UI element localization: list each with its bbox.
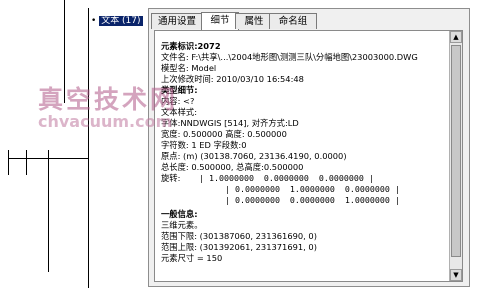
details-text-area[interactable]: 元素标识:2072 文件名: F:\共享\...\2004地形图\测测三队\分幅… xyxy=(154,30,463,282)
total-size: 总长度: 0.500000, 总高度:0.500000 xyxy=(161,162,304,172)
range-low: 范围下限: (301387060, 231361690, 0) xyxy=(161,231,317,241)
rotation-row-1: | 1.0000000 0.0000000 0.0000000 | xyxy=(199,173,374,183)
tree-line-horizontal xyxy=(8,158,88,159)
layer-item-label: 文本 (17) xyxy=(99,16,143,26)
element-size: 元素尺寸 = 150 xyxy=(161,253,223,263)
last-modified: 上次修改时间: 2010/03/10 16:54:48 xyxy=(161,74,304,84)
bullet-icon: • xyxy=(91,16,97,26)
file-name: 文件名: F:\共享\...\2004地形图\测测三队\分幅地图\2300300… xyxy=(161,52,418,62)
tab-details[interactable]: 细节 xyxy=(201,12,239,30)
layer-list[interactable]: • 文本 (17) xyxy=(88,8,149,288)
element-info-panel: 通用设置 细节 属性 命名组 元素标识:2072 文件名: F:\共享\...\… xyxy=(148,8,470,287)
range-high: 范围上限: (301392061, 231371691, 0) xyxy=(161,242,317,252)
scroll-down-icon[interactable]: ▼ xyxy=(450,269,462,281)
general-3d: 三维元素。 xyxy=(161,220,203,230)
width-height: 宽度: 0.500000 高度: 0.500000 xyxy=(161,129,287,139)
vertical-scrollbar[interactable]: ▲ ▼ xyxy=(449,31,462,281)
tree-line-stub-1 xyxy=(8,150,9,175)
model-name: 模型名: Model xyxy=(161,63,217,73)
rotation-row-3: | 0.0000000 0.0000000 1.0000000 | xyxy=(225,195,400,205)
font-line: 字体:NNDWGIS [514], 对齐方式:LD xyxy=(161,118,299,128)
element-id: 元素标识:2072 xyxy=(161,41,221,51)
watermark-logo-en: chvacuum.com xyxy=(38,112,173,131)
tab-attributes[interactable]: 属性 xyxy=(235,13,273,29)
char-count: 字符数: 1 ED 字段数:0 xyxy=(161,140,247,150)
screenshot-root: • 文本 (17) 通用设置 细节 属性 命名组 元素标识:2072 文件名: … xyxy=(0,0,477,293)
scroll-thumb[interactable] xyxy=(451,45,461,257)
scroll-up-icon[interactable]: ▲ xyxy=(450,31,462,43)
rotation-row-2: | 0.0000000 1.0000000 0.0000000 | xyxy=(225,184,400,194)
watermark-logo-cn: 真空技术网 xyxy=(38,85,179,114)
rotation-label: 旋转: xyxy=(161,173,181,183)
tree-line-stub-2 xyxy=(26,150,27,175)
general-heading: 一般信息: xyxy=(161,209,198,219)
layer-list-item[interactable]: • 文本 (17) xyxy=(91,13,143,26)
tab-named-groups[interactable]: 命名组 xyxy=(269,13,317,29)
tree-line-vertical-lower xyxy=(48,150,49,272)
origin: 原点: (m) (30138.7060, 23136.4190, 0.0000) xyxy=(161,151,347,161)
tab-general-settings[interactable]: 通用设置 xyxy=(151,13,203,29)
